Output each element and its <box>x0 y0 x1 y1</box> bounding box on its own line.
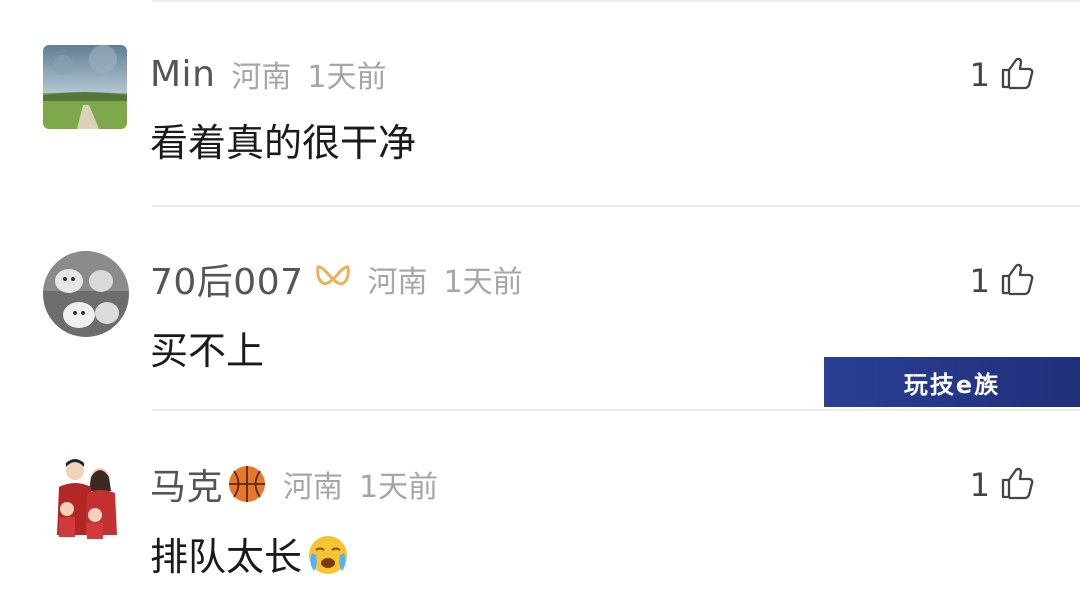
thumbs-up-icon <box>1000 466 1034 504</box>
timestamp: 1天前 <box>307 60 387 95</box>
username[interactable]: Min <box>150 54 215 95</box>
like-count: 1 <box>969 262 990 300</box>
comment-divider <box>152 205 1080 207</box>
username[interactable]: 70后007 <box>150 253 304 305</box>
avatar[interactable] <box>43 251 129 337</box>
comment-text: 排队太长 <box>150 526 350 586</box>
like-button[interactable]: 1 <box>970 259 1034 303</box>
location-label: 河南 <box>283 470 344 505</box>
avatar[interactable] <box>45 457 125 541</box>
watermark-text: 玩技e族 <box>903 370 1001 399</box>
avatar[interactable] <box>43 45 127 129</box>
timestamp: 1天前 <box>443 265 523 300</box>
comment-text-content: 排队太长 <box>150 535 303 579</box>
comment-text: 买不上 <box>150 329 265 373</box>
like-count: 1 <box>969 56 990 94</box>
landscape-avatar-image <box>43 45 127 129</box>
thumbs-up-icon <box>1000 56 1034 94</box>
family-avatar-image <box>45 457 125 541</box>
crying-face-icon <box>306 533 350 586</box>
basketball-icon <box>227 464 267 504</box>
like-button[interactable]: 1 <box>970 463 1034 507</box>
thumbs-up-icon <box>1000 262 1034 300</box>
timestamp: 1天前 <box>359 470 439 505</box>
watermark-logo: 玩技e族 <box>824 357 1080 407</box>
username[interactable]: 马克 <box>150 458 223 510</box>
vip-ribbon-icon <box>314 263 352 295</box>
like-button[interactable]: 1 <box>970 53 1034 97</box>
top-divider <box>152 0 1080 2</box>
location-label: 河南 <box>367 265 428 300</box>
like-count: 1 <box>969 466 990 504</box>
comment-divider <box>152 409 1080 411</box>
location-label: 河南 <box>231 60 292 95</box>
cats-avatar-image <box>43 251 129 337</box>
comment-text: 看着真的很干净 <box>150 121 417 165</box>
